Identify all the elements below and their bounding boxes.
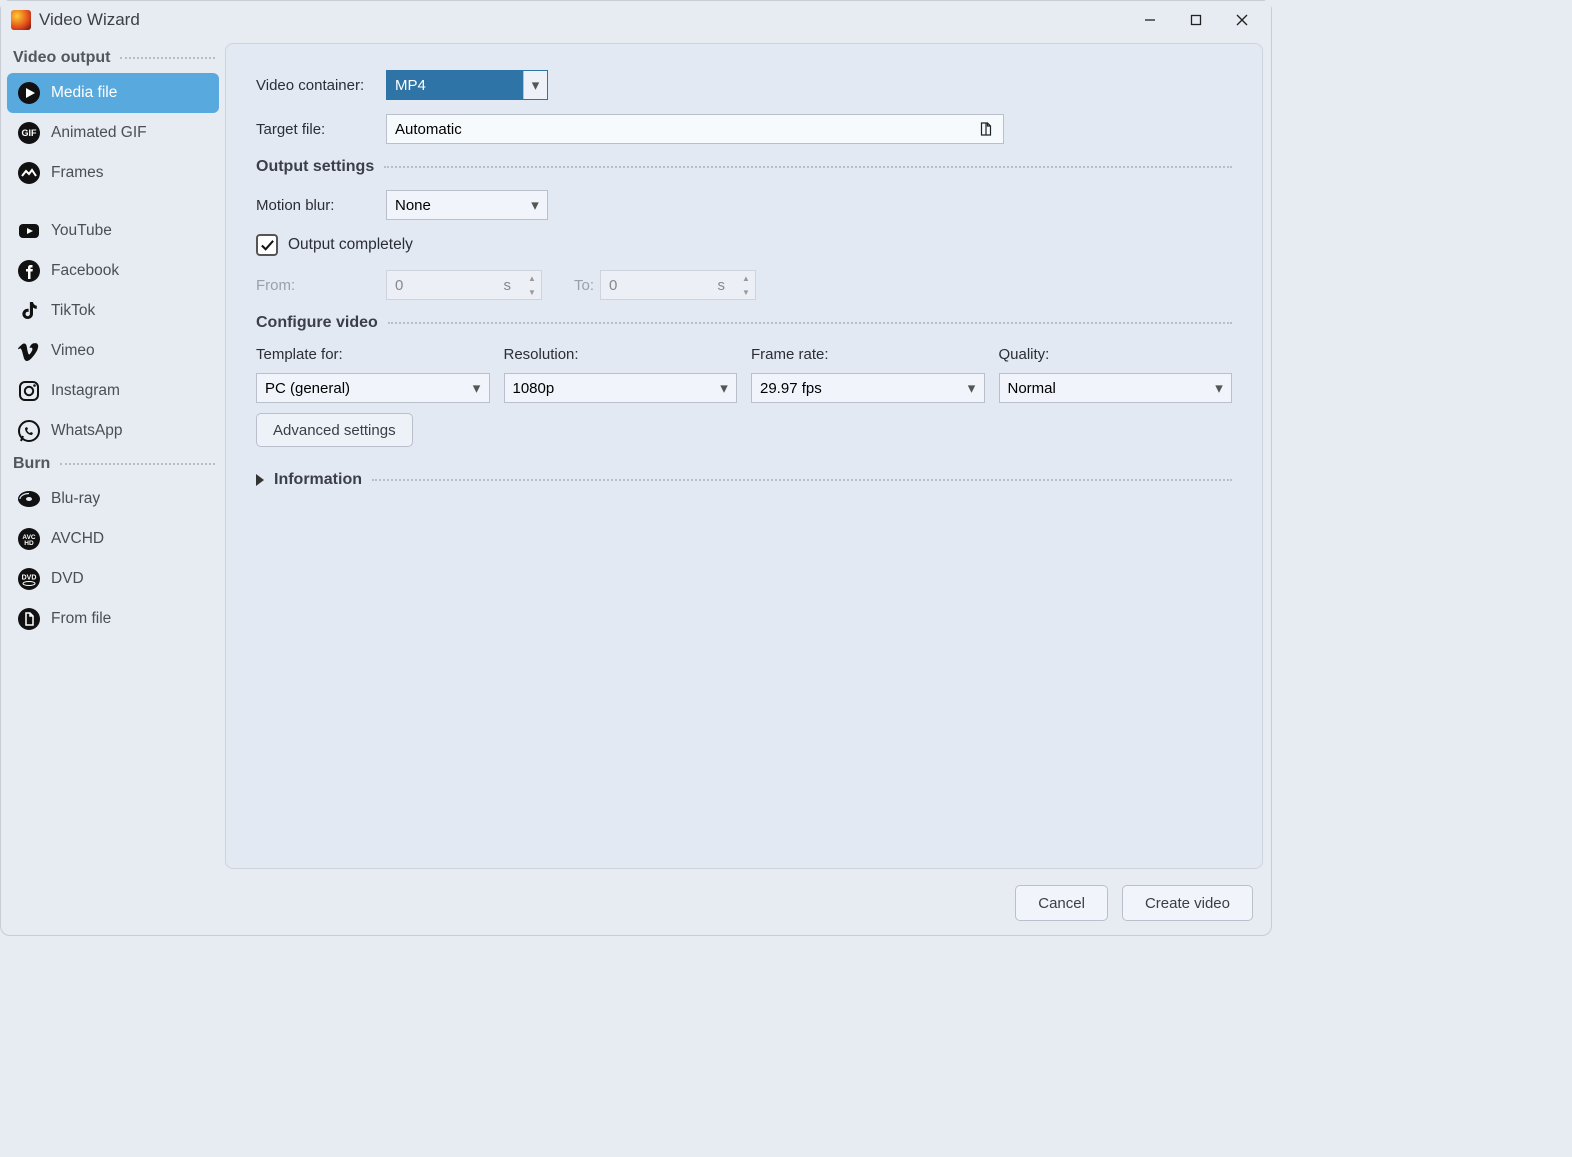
sidebar-header-video-output: Video output	[7, 45, 219, 73]
footer: Cancel Create video	[1, 873, 1271, 933]
browse-icon[interactable]	[977, 120, 995, 138]
svg-text:GIF: GIF	[22, 128, 38, 138]
maximize-button[interactable]	[1173, 5, 1219, 35]
framerate-select[interactable]: 29.97 fps ▾	[751, 373, 985, 403]
sidebar-item-label: Vimeo	[51, 342, 95, 360]
from-spinner: 0 s ▲▼	[386, 270, 542, 300]
chevron-down-icon: ▾	[712, 374, 736, 402]
frames-icon	[17, 161, 41, 185]
sidebar-item-label: Media file	[51, 84, 117, 102]
svg-text:DVD: DVD	[22, 575, 37, 582]
video-container-label: Video container:	[256, 77, 380, 94]
sidebar-item-animated-gif[interactable]: GIF Animated GIF	[7, 113, 219, 153]
chevron-down-icon: ▾	[523, 71, 547, 99]
sidebar-item-facebook[interactable]: Facebook	[7, 251, 219, 291]
chevron-down-icon: ▾	[523, 191, 547, 219]
whatsapp-icon	[17, 419, 41, 443]
minimize-button[interactable]	[1127, 5, 1173, 35]
bluray-icon	[17, 487, 41, 511]
facebook-icon	[17, 259, 41, 283]
sidebar-item-youtube[interactable]: YouTube	[7, 211, 219, 251]
output-settings-title: Output settings	[256, 158, 1232, 176]
triangle-right-icon	[256, 474, 264, 486]
window-title: Video Wizard	[39, 10, 1127, 30]
advanced-settings-button[interactable]: Advanced settings	[256, 413, 413, 447]
sidebar-item-label: YouTube	[51, 222, 112, 240]
motion-blur-label: Motion blur:	[256, 197, 380, 214]
sidebar-header-burn: Burn	[7, 451, 219, 479]
sidebar-item-label: DVD	[51, 570, 84, 588]
target-file-label: Target file:	[256, 121, 380, 138]
resolution-label: Resolution:	[504, 346, 738, 363]
to-spinner: 0 s ▲▼	[600, 270, 756, 300]
sidebar-item-avchd[interactable]: AVCHD AVCHD	[7, 519, 219, 559]
sidebar-item-dvd[interactable]: DVD DVD	[7, 559, 219, 599]
sidebar-item-label: Facebook	[51, 262, 119, 280]
main-pane: Video container: MP4 ▾ Target file: Auto…	[225, 43, 1263, 869]
template-label: Template for:	[256, 346, 490, 363]
sidebar-item-whatsapp[interactable]: WhatsApp	[7, 411, 219, 451]
stepper-icon: ▲▼	[523, 271, 541, 299]
file-icon	[17, 607, 41, 631]
play-circle-icon	[17, 81, 41, 105]
quality-label: Quality:	[999, 346, 1233, 363]
svg-text:HD: HD	[24, 540, 34, 547]
sidebar-item-label: WhatsApp	[51, 422, 123, 440]
chevron-down-icon: ▾	[960, 374, 984, 402]
sidebar: Video output Media file GIF Animated GIF…	[1, 39, 225, 873]
sidebar-item-media-file[interactable]: Media file	[7, 73, 219, 113]
quality-select[interactable]: Normal ▾	[999, 373, 1233, 403]
framerate-label: Frame rate:	[751, 346, 985, 363]
configure-video-title: Configure video	[256, 314, 1232, 332]
gif-icon: GIF	[17, 121, 41, 145]
sidebar-item-frames[interactable]: Frames	[7, 153, 219, 193]
vimeo-icon	[17, 339, 41, 363]
from-label: From:	[256, 277, 380, 294]
cancel-button[interactable]: Cancel	[1015, 885, 1108, 921]
sidebar-item-from-file[interactable]: From file	[7, 599, 219, 639]
information-expander[interactable]: Information	[256, 471, 1232, 489]
create-video-button[interactable]: Create video	[1122, 885, 1253, 921]
sidebar-item-label: From file	[51, 610, 111, 628]
dvd-icon: DVD	[17, 567, 41, 591]
app-icon	[11, 10, 31, 30]
close-button[interactable]	[1219, 5, 1265, 35]
titlebar: Video Wizard	[1, 1, 1271, 39]
sidebar-item-tiktok[interactable]: TikTok	[7, 291, 219, 331]
sidebar-item-bluray[interactable]: Blu-ray	[7, 479, 219, 519]
youtube-icon	[17, 219, 41, 243]
output-completely-checkbox[interactable]	[256, 234, 278, 256]
motion-blur-select[interactable]: None ▾	[386, 190, 548, 220]
sidebar-item-label: AVCHD	[51, 530, 104, 548]
tiktok-icon	[17, 299, 41, 323]
sidebar-item-label: Frames	[51, 164, 104, 182]
avchd-icon: AVCHD	[17, 527, 41, 551]
sidebar-item-label: Instagram	[51, 382, 120, 400]
resolution-select[interactable]: 1080p ▾	[504, 373, 738, 403]
sidebar-item-vimeo[interactable]: Vimeo	[7, 331, 219, 371]
to-label: To:	[554, 277, 594, 294]
sidebar-item-label: TikTok	[51, 302, 95, 320]
template-select[interactable]: PC (general) ▾	[256, 373, 490, 403]
sidebar-item-label: Animated GIF	[51, 124, 147, 142]
chevron-down-icon: ▾	[465, 374, 489, 402]
video-container-select[interactable]: MP4 ▾	[386, 70, 548, 100]
instagram-icon	[17, 379, 41, 403]
stepper-icon: ▲▼	[737, 271, 755, 299]
sidebar-item-label: Blu-ray	[51, 490, 100, 508]
target-file-input[interactable]: Automatic	[386, 114, 1004, 144]
chevron-down-icon: ▾	[1207, 374, 1231, 402]
sidebar-item-instagram[interactable]: Instagram	[7, 371, 219, 411]
output-completely-label: Output completely	[288, 236, 413, 254]
